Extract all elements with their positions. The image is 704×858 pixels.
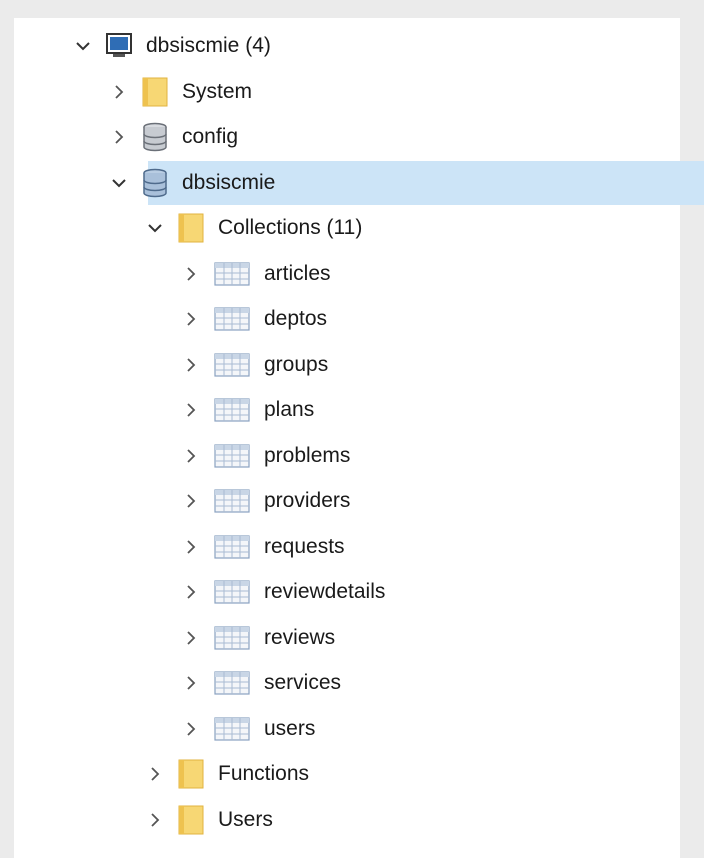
tree-node-label: requests [264, 534, 345, 558]
table-icon [212, 714, 252, 744]
tree-node-label: deptos [264, 307, 328, 330]
monitor-icon [104, 31, 134, 61]
folder-node-users[interactable]: Users [14, 798, 704, 842]
chevron-right-icon[interactable] [180, 354, 202, 376]
chevron-right-icon[interactable] [180, 536, 202, 558]
tree-node-label: services [264, 671, 342, 694]
table-icon [212, 623, 252, 653]
table-icon [212, 441, 252, 471]
chevron-right-icon[interactable] [108, 126, 130, 148]
collection-node-groups[interactable]: groups [14, 343, 704, 387]
database-icon [140, 122, 170, 152]
table-icon [212, 395, 252, 425]
collection-node-problems[interactable]: problems [14, 434, 704, 478]
tree-node-label: problems [264, 443, 351, 467]
connection-node[interactable]: dbsiscmie (4) [14, 24, 704, 68]
tree-node-label: groups [264, 352, 329, 376]
chevron-down-icon[interactable] [72, 35, 94, 57]
database-icon [140, 168, 170, 198]
table-icon [212, 304, 252, 334]
tree-node-label: articles [264, 261, 331, 285]
collections-folder-node[interactable]: Collections (11) [14, 206, 704, 250]
folder-icon [140, 77, 170, 107]
collection-node-deptos[interactable]: deptos [14, 297, 704, 341]
chevron-right-icon[interactable] [180, 399, 202, 421]
chevron-right-icon[interactable] [180, 718, 202, 740]
tree-node-label: dbsiscmie (4) [146, 34, 271, 57]
tree-node-label: dbsiscmie [182, 170, 276, 194]
folder-icon [176, 805, 206, 835]
chevron-right-icon[interactable] [144, 809, 166, 831]
chevron-down-icon[interactable] [144, 217, 166, 239]
table-icon [212, 668, 252, 698]
tree-node-label: Collections (11) [218, 216, 363, 239]
table-icon [212, 532, 252, 562]
tree-node-label: users [264, 716, 316, 740]
folder-node-functions[interactable]: Functions [14, 752, 704, 796]
chevron-right-icon[interactable] [180, 263, 202, 285]
collection-node-reviews[interactable]: reviews [14, 616, 704, 660]
folder-icon [176, 213, 206, 243]
tree-node-label: providers [264, 489, 351, 512]
tree-node-dbsiscmie[interactable]: dbsiscmie [14, 160, 704, 205]
collection-node-users[interactable]: users [14, 707, 704, 751]
tree-panel: dbsiscmie (4) System config dbsiscmie Collec… [14, 18, 704, 858]
chevron-right-icon[interactable] [108, 81, 130, 103]
tree-node-label: config [182, 125, 239, 148]
table-icon [212, 259, 252, 289]
table-icon [212, 350, 252, 380]
tree-node-label: reviewdetails [264, 580, 386, 603]
chevron-right-icon[interactable] [180, 672, 202, 694]
chevron-right-icon[interactable] [180, 490, 202, 512]
tree-node-label: Users [218, 807, 273, 831]
chevron-right-icon[interactable] [144, 763, 166, 785]
chevron-right-icon[interactable] [180, 627, 202, 649]
collection-node-articles[interactable]: articles [14, 252, 704, 296]
tree-node-label: Functions [218, 762, 310, 785]
collection-node-requests[interactable]: requests [14, 525, 704, 569]
folder-icon [176, 759, 206, 789]
table-icon [212, 486, 252, 516]
tree-node-label: reviews [264, 625, 336, 649]
chevron-down-icon[interactable] [108, 172, 130, 194]
collection-node-plans[interactable]: plans [14, 388, 704, 432]
chevron-right-icon[interactable] [180, 581, 202, 603]
collection-node-providers[interactable]: providers [14, 479, 704, 523]
table-icon [212, 577, 252, 607]
tree-node-label: System [182, 79, 253, 103]
chevron-right-icon[interactable] [180, 445, 202, 467]
collection-node-services[interactable]: services [14, 661, 704, 705]
chevron-right-icon[interactable] [180, 308, 202, 330]
tree-node-config[interactable]: config [14, 115, 704, 159]
tree-node-label: plans [264, 398, 315, 421]
tree-node-system[interactable]: System [14, 70, 704, 114]
collection-node-reviewdetails[interactable]: reviewdetails [14, 570, 704, 614]
